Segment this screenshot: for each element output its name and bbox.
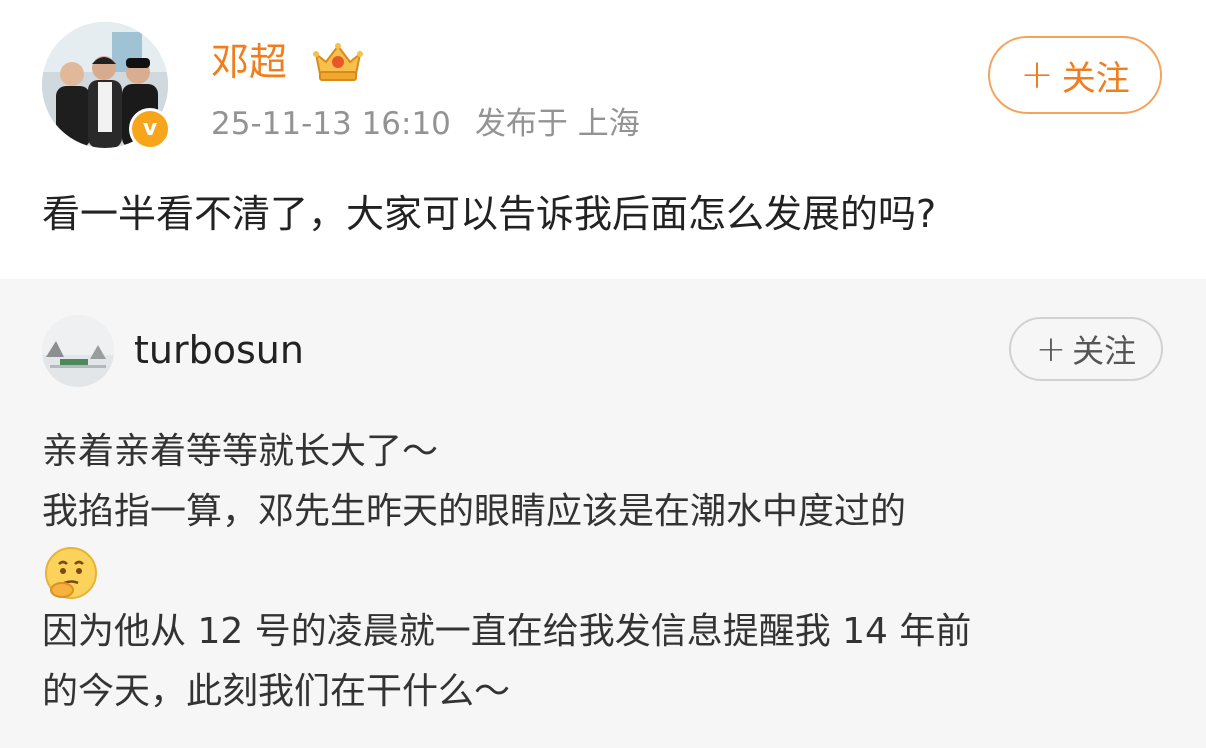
quote-line: 的今天，此刻我们在干什么～ <box>42 671 511 712</box>
plus-icon: + <box>1020 52 1054 98</box>
thinking-face-icon <box>45 547 97 599</box>
post-meta: 25-11-13 16:10 发布于 上海 <box>211 104 664 144</box>
quote-author-name[interactable]: turbosun <box>134 325 304 375</box>
quote-line: 因为他从 12 号的凌晨就一直在给我发信息提醒我 14 年前 <box>42 611 972 652</box>
quote-follow-button[interactable]: + 关注 <box>1009 317 1163 381</box>
thinking-face-emoji-line <box>42 542 1172 602</box>
follow-label: 关注 <box>1061 58 1130 99</box>
post-location: 发布于 上海 <box>474 106 640 142</box>
post-text: 看一半看不清了，大家可以告诉我后面怎么发展的吗? <box>42 192 937 236</box>
quote-line: 亲着亲着等等就长大了～ <box>42 431 439 472</box>
author-name[interactable]: 邓超 <box>211 38 287 86</box>
quote-line: 我掐指一算，邓先生昨天的眼睛应该是在潮水中度过的 <box>42 491 907 532</box>
post-timestamp: 25-11-13 16:10 <box>211 106 451 142</box>
quote-author-avatar[interactable] <box>42 315 114 387</box>
quote-text: 亲着亲着等等就长大了～ 我掐指一算，邓先生昨天的眼睛应该是在潮水中度过的 因为他… <box>42 422 1172 722</box>
follow-button[interactable]: + 关注 <box>988 36 1162 114</box>
quote-follow-label: 关注 <box>1072 332 1137 370</box>
plus-icon: + <box>1035 328 1067 370</box>
crown-badge-icon[interactable] <box>310 40 366 84</box>
verified-badge-icon: v <box>129 108 171 150</box>
main-post: v 邓超 25-11-13 16:10 发布于 上海 + 关注 看一半看不清了，大… <box>0 0 1206 279</box>
quoted-post[interactable]: turbosun + 关注 亲着亲着等等就长大了～ 我掐指一算，邓先生昨天的眼睛… <box>0 279 1206 748</box>
